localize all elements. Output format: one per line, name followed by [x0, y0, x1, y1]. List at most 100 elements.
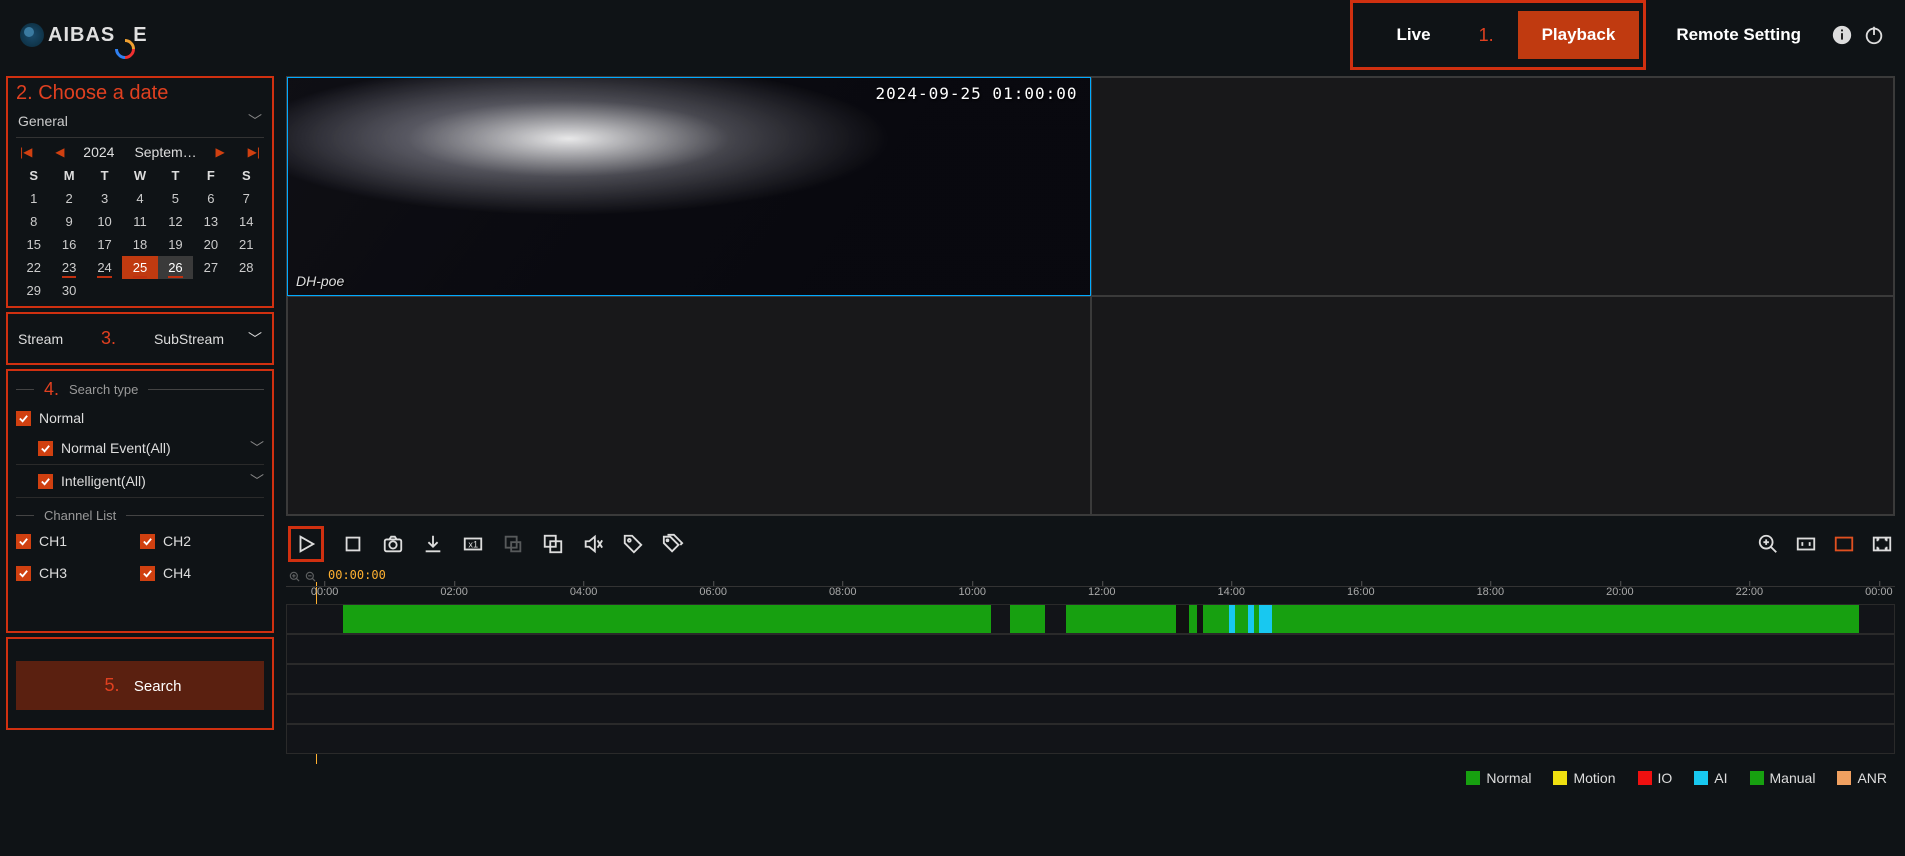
legend-swatch [1466, 771, 1480, 785]
timeline-segment [343, 605, 991, 633]
calendar-day[interactable]: 1 [16, 187, 51, 210]
calendar-day[interactable]: 2 [51, 187, 86, 210]
timeline-track-4[interactable] [286, 694, 1895, 724]
annotation-3: 3. [101, 328, 116, 349]
search-button[interactable]: 5. Search [16, 661, 264, 710]
calendar-day[interactable]: 21 [229, 233, 264, 256]
video-cell-3[interactable] [287, 296, 1091, 515]
calendar-day[interactable]: 24 [87, 256, 122, 279]
timeline-track-2[interactable] [286, 634, 1895, 664]
calendar-day[interactable]: 22 [16, 256, 51, 279]
nav-remote-setting[interactable]: Remote Setting [1676, 11, 1801, 59]
calendar-day[interactable]: 28 [229, 256, 264, 279]
dropdown-normal-event[interactable]: Normal Event(All) ﹀ [16, 432, 264, 465]
calendar-day[interactable]: 18 [122, 233, 157, 256]
speed-button[interactable]: x1 [462, 533, 484, 555]
snapshot-button[interactable] [382, 533, 404, 555]
general-dropdown[interactable]: General ﹀ [16, 105, 264, 138]
power-icon[interactable] [1863, 24, 1885, 46]
calendar-day[interactable]: 12 [158, 210, 193, 233]
calendar-day[interactable]: 9 [51, 210, 86, 233]
stop-button[interactable] [342, 533, 364, 555]
calendar-day [87, 279, 122, 302]
calendar-day[interactable]: 14 [229, 210, 264, 233]
video-cell-1[interactable]: 2024-09-25 01:00:00 DH-poe [287, 77, 1091, 296]
calendar-day[interactable]: 11 [122, 210, 157, 233]
tags-button[interactable] [662, 533, 684, 555]
calendar-day[interactable]: 13 [193, 210, 228, 233]
download-button[interactable] [422, 533, 444, 555]
dropdown-intelligent[interactable]: Intelligent(All) ﹀ [16, 465, 264, 498]
calendar-day [158, 279, 193, 302]
calendar-day[interactable]: 7 [229, 187, 264, 210]
calendar-year[interactable]: 2024 [83, 144, 114, 160]
calendar-first-icon[interactable]: |◀ [16, 145, 36, 159]
timeline[interactable]: 00:00:00 00:0002:0004:0006:0008:0010:001… [286, 572, 1895, 754]
calendar-day[interactable]: 16 [51, 233, 86, 256]
annotation-1: 1. [1479, 25, 1494, 46]
calendar-day[interactable]: 20 [193, 233, 228, 256]
legend-swatch [1837, 771, 1851, 785]
calendar-day[interactable]: 10 [87, 210, 122, 233]
channel-checkbox[interactable]: CH4 [140, 559, 264, 587]
calendar-dow: M [51, 164, 86, 187]
calendar-day[interactable]: 29 [16, 279, 51, 302]
fullscreen-button[interactable] [1871, 533, 1893, 555]
video-feed [288, 78, 1090, 295]
zoom-in-button[interactable] [1757, 533, 1779, 555]
calendar-day[interactable]: 25 [122, 256, 157, 279]
calendar-day[interactable]: 3 [87, 187, 122, 210]
checkbox-icon [16, 566, 31, 581]
tag-button[interactable] [622, 533, 644, 555]
checkbox-normal[interactable]: Normal [16, 404, 264, 432]
timeline-cursor[interactable]: 00:00:00 [328, 568, 386, 582]
timeline-legend: NormalMotionIOAIManualANR [286, 754, 1895, 790]
timeline-track-5[interactable] [286, 724, 1895, 754]
calendar-day[interactable]: 23 [51, 256, 86, 279]
calendar-next-icon[interactable]: ▶ [212, 145, 229, 159]
annotation-box-1: Live 1. Playback [1350, 0, 1647, 70]
play-button[interactable] [295, 533, 317, 555]
calendar-month[interactable]: Septem… [134, 144, 196, 160]
stream-select[interactable]: SubStream ﹀ [154, 329, 262, 349]
calendar-day[interactable]: 30 [51, 279, 86, 302]
nav-playback[interactable]: Playback [1518, 11, 1640, 59]
channel-checkbox[interactable]: CH3 [16, 559, 140, 587]
legend-label: ANR [1857, 770, 1887, 786]
mute-button[interactable] [582, 533, 604, 555]
timeline-tick: 20:00 [1606, 586, 1634, 598]
calendar-day[interactable]: 19 [158, 233, 193, 256]
timeline-ruler[interactable]: 00:0002:0004:0006:0008:0010:0012:0014:00… [286, 586, 1895, 604]
channel-checkbox[interactable]: CH2 [140, 527, 264, 555]
calendar-day[interactable]: 4 [122, 187, 157, 210]
calendar-day[interactable]: 26 [158, 256, 193, 279]
search-button-label: Search [134, 678, 182, 695]
calendar-day[interactable]: 6 [193, 187, 228, 210]
channel-checkbox[interactable]: CH1 [16, 527, 140, 555]
layout-single-button[interactable] [1833, 533, 1855, 555]
timeline-track-3[interactable] [286, 664, 1895, 694]
video-cell-2[interactable] [1091, 77, 1895, 296]
calendar-day[interactable]: 8 [16, 210, 51, 233]
calendar-day[interactable]: 15 [16, 233, 51, 256]
calendar-day [229, 279, 264, 302]
calendar-day[interactable]: 17 [87, 233, 122, 256]
svg-text:x1: x1 [468, 540, 478, 550]
video-timestamp: 2024-09-25 01:00:00 [875, 84, 1077, 103]
timeline-track-1[interactable] [286, 604, 1895, 634]
calendar-day[interactable]: 27 [193, 256, 228, 279]
calendar-last-icon[interactable]: ▶| [244, 145, 264, 159]
nav-live[interactable]: Live [1373, 11, 1455, 59]
calendar-prev-icon[interactable]: ◀ [51, 145, 68, 159]
multi-window-button[interactable] [542, 533, 564, 555]
timeline-segment [1176, 605, 1189, 633]
video-grid: 2024-09-25 01:00:00 DH-poe [286, 76, 1895, 516]
stream-value: SubStream [154, 331, 224, 347]
timeline-zoom-in-icon[interactable] [288, 570, 302, 584]
chevron-down-icon: ﹀ [248, 329, 262, 349]
video-cell-4[interactable] [1091, 296, 1895, 515]
calendar-day[interactable]: 5 [158, 187, 193, 210]
info-icon[interactable] [1831, 24, 1853, 46]
aspect-ratio-button[interactable] [1795, 533, 1817, 555]
legend-label: Normal [1486, 770, 1531, 786]
